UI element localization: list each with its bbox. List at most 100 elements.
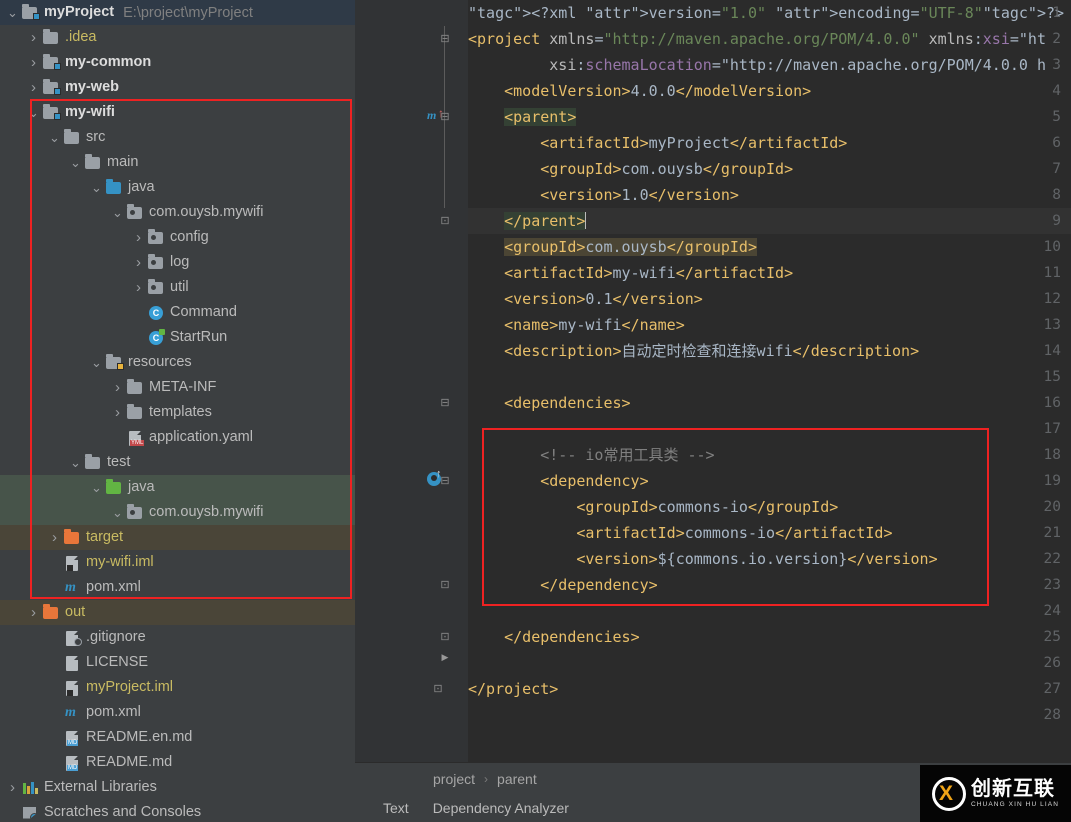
chevron-down-icon[interactable]: ⌄ <box>4 10 21 16</box>
tree-item-gitignore[interactable]: ·.gitignore <box>0 625 355 650</box>
code-line-20[interactable]: <groupId>commons-io</groupId> <box>468 494 1071 520</box>
tree-item-application-yaml[interactable]: ·YMLapplication.yaml <box>0 425 355 450</box>
code-line-3[interactable]: xsi:schemaLocation="http://maven.apache.… <box>468 52 1071 78</box>
code-line-1[interactable]: "tagc"><?xml "attr">version="1.0" "attr"… <box>468 0 1071 26</box>
code-line-7[interactable]: <groupId>com.ouysb</groupId> <box>468 156 1071 182</box>
chevron-right-icon[interactable]: › <box>109 405 126 420</box>
code-line-24[interactable] <box>468 598 1071 624</box>
code-line-16[interactable]: <dependencies> <box>468 390 1071 416</box>
tree-item-my-wifi-iml[interactable]: ·my-wifi.iml <box>0 550 355 575</box>
code-line-6[interactable]: <artifactId>myProject</artifactId> <box>468 130 1071 156</box>
breadcrumb-separator-icon: › <box>484 772 488 786</box>
fold-marker-line-19[interactable]: ⊟ <box>422 468 468 494</box>
tree-item-log[interactable]: ›log <box>0 250 355 275</box>
chevron-right-icon[interactable]: › <box>25 80 42 95</box>
code-line-14[interactable]: <description>自动定时检查和连接wifi</description> <box>468 338 1071 364</box>
tree-item-external-libraries[interactable]: ›External Libraries <box>0 775 355 800</box>
tree-item-my-wifi[interactable]: ⌄my-wifi <box>0 100 355 125</box>
tab-dependency-analyzer[interactable]: Dependency Analyzer <box>433 800 569 816</box>
tree-item-src[interactable]: ⌄src <box>0 125 355 150</box>
tree-item-resources[interactable]: ⌄resources <box>0 350 355 375</box>
code-line-15[interactable] <box>468 364 1071 390</box>
tab-text[interactable]: Text <box>383 800 409 816</box>
fold-marker-line-26[interactable]: ▶ <box>422 644 468 670</box>
fold-marker-line-2[interactable]: ⊟ <box>422 26 468 52</box>
chevron-right-icon[interactable]: › <box>25 605 42 620</box>
project-tree-panel[interactable]: ⌄myProjectE:\project\myProject›.idea›my-… <box>0 0 355 822</box>
tree-item-test[interactable]: ⌄test <box>0 450 355 475</box>
watermark-name: 创新互联 <box>971 779 1059 799</box>
java-runnable-class-icon: C <box>147 330 166 346</box>
chevron-right-icon[interactable]: › <box>25 55 42 70</box>
chevron-right-icon[interactable]: › <box>130 230 147 245</box>
tree-item-readme-en-md[interactable]: ·MDREADME.en.md <box>0 725 355 750</box>
code-line-11[interactable]: <artifactId>my-wifi</artifactId> <box>468 260 1071 286</box>
tree-item-com-ouysb-mywifi[interactable]: ⌄com.ouysb.mywifi <box>0 200 355 225</box>
tree-item-command[interactable]: ·CCommand <box>0 300 355 325</box>
chevron-down-icon[interactable]: ⌄ <box>109 510 126 516</box>
chevron-down-icon[interactable]: ⌄ <box>109 210 126 216</box>
code-line-19[interactable]: <dependency> <box>468 468 1071 494</box>
chevron-right-icon[interactable]: › <box>109 380 126 395</box>
code-line-8[interactable]: <version>1.0</version> <box>468 182 1071 208</box>
code-line-17[interactable] <box>468 416 1071 442</box>
chevron-down-icon[interactable]: ⌄ <box>46 135 63 141</box>
chevron-right-icon[interactable]: › <box>130 280 147 295</box>
chevron-down-icon[interactable]: ⌄ <box>67 160 84 166</box>
chevron-right-icon[interactable]: › <box>46 530 63 545</box>
tree-item-pom-xml[interactable]: ·mpom.xml <box>0 700 355 725</box>
code-text-area[interactable]: "tagc"><?xml "attr">version="1.0" "attr"… <box>468 0 1071 762</box>
breadcrumb-item-project[interactable]: project <box>433 771 475 787</box>
code-line-12[interactable]: <version>0.1</version> <box>468 286 1071 312</box>
tree-item-meta-inf[interactable]: ›META-INF <box>0 375 355 400</box>
chevron-right-icon[interactable]: › <box>130 255 147 270</box>
code-line-10[interactable]: <groupId>com.ouysb</groupId> <box>468 234 1071 260</box>
tree-item-util[interactable]: ›util <box>0 275 355 300</box>
fold-marker-line-16[interactable]: ⊟ <box>422 390 468 416</box>
code-line-18[interactable]: <!-- io常用工具类 --> <box>468 442 1071 468</box>
tree-item-startrun[interactable]: ·CStartRun <box>0 325 355 350</box>
code-line-25[interactable]: </dependencies> <box>468 624 1071 650</box>
chevron-down-icon[interactable]: ⌄ <box>88 360 105 366</box>
chevron-down-icon[interactable]: ⌄ <box>88 485 105 491</box>
code-line-28[interactable] <box>468 702 1071 728</box>
tree-item-scratches-and-consoles[interactable]: ·Scratches and Consoles <box>0 800 355 822</box>
code-line-27[interactable]: </project> <box>468 676 1071 702</box>
chevron-right-icon[interactable]: › <box>4 780 21 795</box>
fold-marker-line-9[interactable]: ⊡ <box>422 208 468 234</box>
code-line-21[interactable]: <artifactId>commons-io</artifactId> <box>468 520 1071 546</box>
tree-item-readme-md[interactable]: ·MDREADME.md <box>0 750 355 775</box>
code-line-13[interactable]: <name>my-wifi</name> <box>468 312 1071 338</box>
code-line-2[interactable]: <project xmlns="http://maven.apache.org/… <box>468 26 1071 52</box>
code-line-9[interactable]: </parent> <box>468 208 1071 234</box>
fold-marker-line-5[interactable]: ⊟ <box>422 104 468 130</box>
tree-item-pom-xml[interactable]: ·mpom.xml <box>0 575 355 600</box>
tree-item-my-web[interactable]: ›my-web <box>0 75 355 100</box>
tree-item-my-common[interactable]: ›my-common <box>0 50 355 75</box>
tree-item-out[interactable]: ›out <box>0 600 355 625</box>
tree-item-templates[interactable]: ›templates <box>0 400 355 425</box>
code-line-22[interactable]: <version>${commons.io.version}</version> <box>468 546 1071 572</box>
code-line-5[interactable]: <parent> <box>468 104 1071 130</box>
breadcrumb-item-parent[interactable]: parent <box>497 771 537 787</box>
tree-item-idea[interactable]: ›.idea <box>0 25 355 50</box>
code-line-23[interactable]: </dependency> <box>468 572 1071 598</box>
tree-item-config[interactable]: ›config <box>0 225 355 250</box>
chevron-down-icon[interactable]: ⌄ <box>67 460 84 466</box>
fold-marker-line-23[interactable]: ⊡ <box>422 572 468 598</box>
chevron-down-icon[interactable]: ⌄ <box>25 110 42 116</box>
tree-item-com-ouysb-mywifi[interactable]: ⌄com.ouysb.mywifi <box>0 500 355 525</box>
code-line-26[interactable] <box>468 650 1071 676</box>
tree-item-myproject[interactable]: ⌄myProjectE:\project\myProject <box>0 0 355 25</box>
code-editor[interactable]: "tagc"><?xml "attr">version="1.0" "attr"… <box>355 0 1071 822</box>
tree-item-main[interactable]: ⌄main <box>0 150 355 175</box>
tree-item-java[interactable]: ⌄java <box>0 475 355 500</box>
tree-item-myproject-iml[interactable]: ·myProject.iml <box>0 675 355 700</box>
tree-item-target[interactable]: ›target <box>0 525 355 550</box>
tree-item-license[interactable]: ·LICENSE <box>0 650 355 675</box>
chevron-right-icon[interactable]: › <box>25 30 42 45</box>
fold-marker-line-27[interactable]: ⊡ <box>415 676 461 702</box>
chevron-down-icon[interactable]: ⌄ <box>88 185 105 191</box>
code-line-4[interactable]: <modelVersion>4.0.0</modelVersion> <box>468 78 1071 104</box>
tree-item-java[interactable]: ⌄java <box>0 175 355 200</box>
